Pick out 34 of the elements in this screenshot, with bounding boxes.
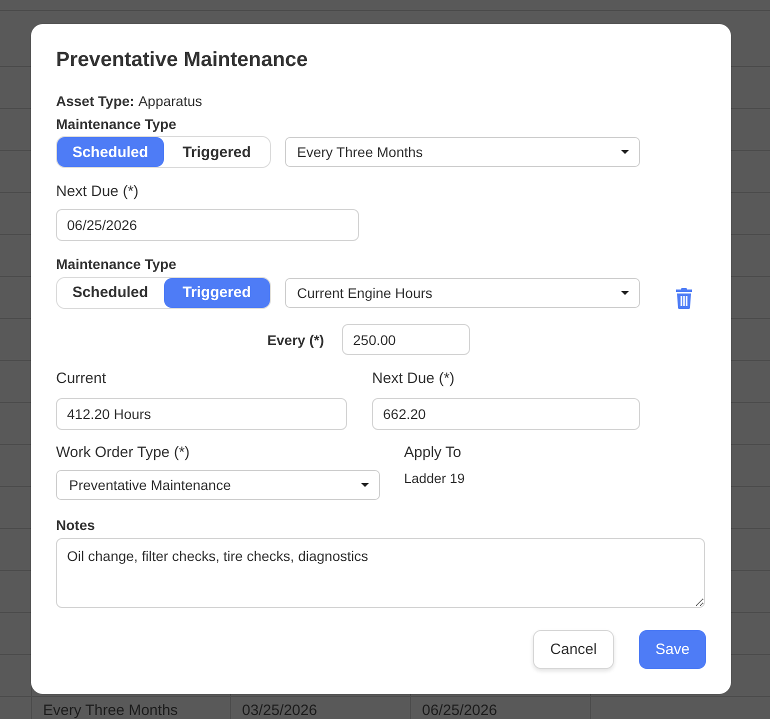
cancel-button[interactable]: Cancel [533, 630, 614, 669]
field-label: Maintenance Type [56, 115, 176, 133]
table-cell: Every Three Months [43, 702, 178, 719]
field-value: Ladder 19 [404, 470, 465, 488]
dropdown[interactable]: Every Three Months [285, 137, 640, 167]
field-label: Asset Type: [56, 92, 134, 110]
field-label: Maintenance Type [56, 255, 176, 273]
dropdown[interactable]: Current Engine Hours [285, 278, 640, 308]
dropdown[interactable]: Preventative Maintenance [56, 470, 380, 500]
caret-icon [361, 483, 369, 487]
input-field[interactable]: 250.00 [342, 324, 470, 355]
save-button[interactable]: Save [639, 630, 706, 669]
trash-icon[interactable] [676, 288, 692, 309]
notes-field[interactable]: Oil change, filter checks, tire checks, diagnostics [56, 538, 705, 608]
input-field[interactable]: 412.20 Hours [56, 398, 347, 430]
table-cell: 06/25/2026 [422, 702, 498, 719]
field-label: Next Due (*) [56, 183, 139, 201]
dialog-title: Preventative Maintenance [56, 47, 308, 73]
field-label: Apply To [404, 444, 462, 462]
field-label: Every (*) [267, 330, 324, 348]
toggle-option[interactable]: Scheduled [57, 278, 164, 308]
table-cell: 03/25/2026 [242, 702, 318, 719]
toggle-option[interactable]: Scheduled [57, 137, 164, 167]
field-label: Work Order Type (*) [56, 444, 190, 462]
input-field[interactable]: 06/25/2026 [56, 209, 359, 241]
toggle-option[interactable]: Triggered [164, 137, 270, 167]
field-label: Next Due (*) [372, 370, 455, 388]
field-label: Current [56, 370, 106, 388]
caret-icon [621, 150, 629, 154]
caret-icon [621, 290, 629, 294]
field-value: Apparatus [138, 92, 202, 110]
field-label: Notes [56, 516, 95, 534]
input-field[interactable]: 662.20 [372, 398, 640, 430]
toggle-option[interactable]: Triggered [164, 278, 270, 308]
